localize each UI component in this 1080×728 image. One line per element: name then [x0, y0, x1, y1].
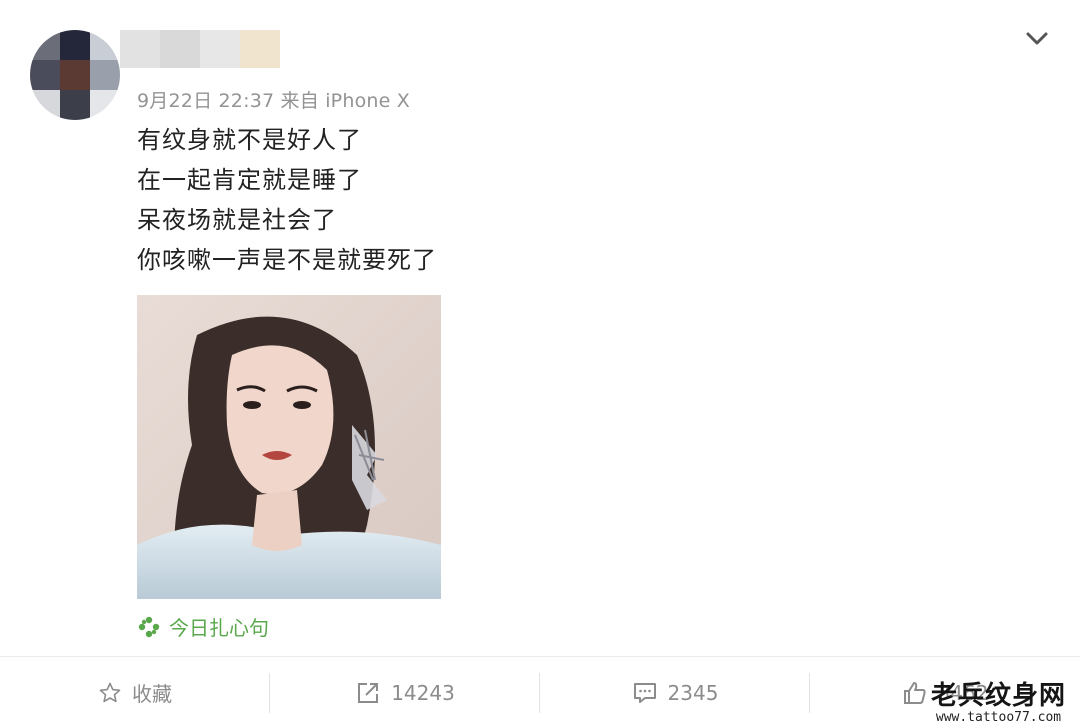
post-content: 有纹身就不是好人了 在一起肯定就是睡了 呆夜场就是社会了 你咳嗽一声是不是就要死… [137, 120, 437, 280]
post-time: 22:37 [218, 90, 275, 112]
source-prefix: 来自 [280, 90, 319, 112]
favorite-label: 收藏 [132, 682, 172, 706]
content-line: 有纹身就不是好人了 [137, 126, 362, 154]
chevron-down-icon[interactable] [1022, 26, 1052, 50]
star-icon [99, 682, 121, 702]
repost-button[interactable]: 14243 [270, 657, 540, 728]
post-date: 9月22日 [137, 90, 213, 112]
comment-button[interactable]: 2345 [540, 657, 810, 728]
content-line: 在一起肯定就是睡了 [137, 166, 362, 194]
share-icon [358, 682, 379, 703]
repost-count: 14243 [391, 680, 455, 705]
username-blurred[interactable] [120, 30, 280, 68]
comment-count: 2345 [667, 680, 719, 705]
weibo-post: 9月22日 22:37 来自 iPhone X 有纹身就不是好人了 在一起肯定就… [0, 0, 1080, 656]
post-image[interactable] [137, 295, 441, 599]
source-device[interactable]: iPhone X [325, 90, 410, 112]
topic-label: 今日扎心句 [169, 616, 269, 640]
comment-icon [633, 682, 656, 703]
watermark-title: 老兵纹身网 [930, 681, 1066, 711]
content-line: 呆夜场就是社会了 [137, 206, 337, 234]
favorite-button[interactable]: 收藏 [0, 657, 270, 728]
topic-flower-icon [138, 616, 160, 637]
watermark-url: www.tattoo77.com [935, 710, 1062, 725]
avatar[interactable] [30, 30, 120, 120]
post-meta: 9月22日 22:37 来自 iPhone X [137, 86, 410, 113]
content-line: 你咳嗽一声是不是就要死了 [137, 246, 437, 274]
site-watermark: 老兵纹身网 www.tattoo77.com [931, 683, 1066, 724]
action-bar: 收藏 14243 2345 3462 [0, 657, 1080, 728]
thumbs-up-icon [903, 681, 926, 704]
topic-link[interactable]: 今日扎心句 [137, 612, 269, 641]
